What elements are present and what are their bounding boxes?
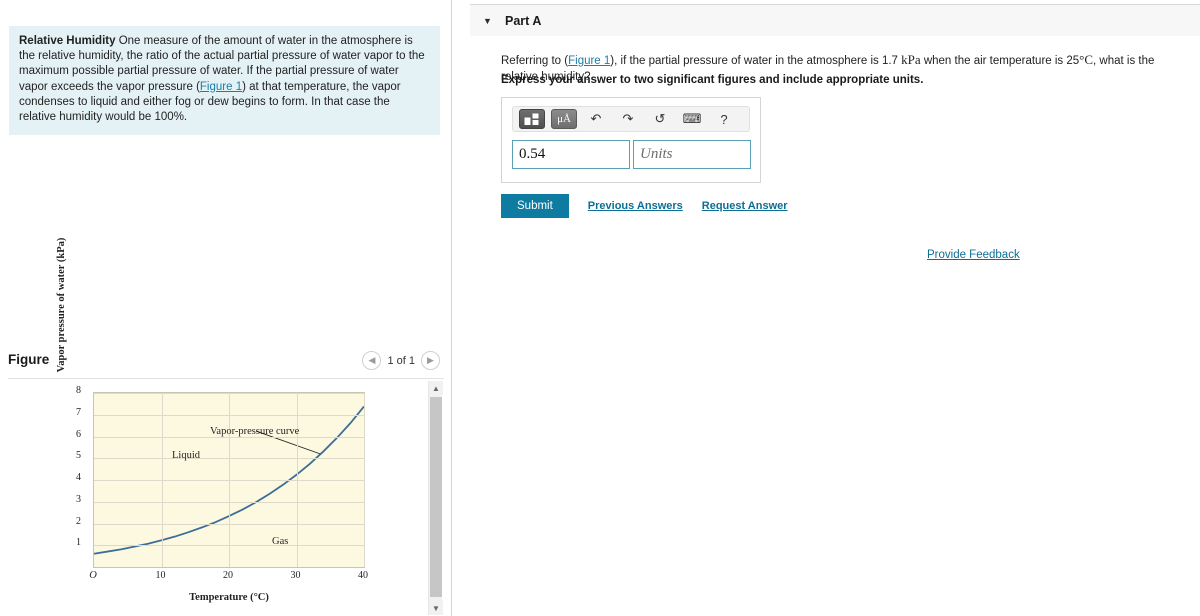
answer-actions: Submit Previous Answers Request Answer [501,194,788,218]
math-template-glyph [524,113,539,125]
figure-pager: ◀ 1 of 1 ▶ [362,351,440,370]
submit-button[interactable]: Submit [501,194,569,218]
answer-value-input[interactable] [512,140,630,169]
question-figure-link[interactable]: Figure 1 [568,55,610,67]
chart-annotation-gas: Gas [272,536,289,547]
request-answer-link[interactable]: Request Answer [702,200,788,212]
chart-y-tick: 6 [76,428,81,440]
chart-y-tick: 2 [76,515,81,527]
chart-annotation-liquid: Liquid [172,450,200,461]
chevron-right-icon[interactable]: ▶ [421,351,440,370]
scroll-up-icon[interactable]: ▲ [429,381,443,395]
math-template-icon[interactable] [519,109,545,129]
question-prefix: Referring to ( [501,55,569,67]
figure-page-count: 1 of 1 [387,354,415,367]
keyboard-icon[interactable]: ⌨ [679,109,705,129]
chart-y-tick: 4 [76,472,81,483]
question-unit-kpa: kPa [901,52,921,67]
chart-x-tick: 10 [155,570,166,581]
units-icon[interactable]: μÅ [551,109,577,129]
chart-y-tick: 1 [76,537,81,549]
intro-figure-link[interactable]: Figure 1 [200,81,242,93]
problem-intro-box: Relative Humidity One measure of the amo… [9,26,440,136]
chart-y-axis-label: Vapor pressure of water (kPa) [56,237,67,373]
part-a-header[interactable]: ▼ Part A [470,4,1200,36]
previous-answers-link[interactable]: Previous Answers [588,200,683,212]
answer-input-card: μÅ ↶ ↷ ↺ ⌨ ? [501,97,761,183]
chart-gridline-v [296,393,298,567]
redo-icon[interactable]: ↷ [615,109,641,129]
question-mid: ), if the partial pressure of water in t… [610,55,902,67]
chart-x-tick: 40 [358,570,368,581]
answer-units-input[interactable] [633,140,751,169]
chart-annotation-curve: Vapor-pressure curve [210,426,300,437]
answer-toolbar: μÅ ↶ ↷ ↺ ⌨ ? [512,106,750,132]
chart-x-tick: 20 [223,570,233,581]
chart-x-tick: 30 [290,570,301,581]
intro-title: Relative Humidity [19,35,116,47]
scroll-down-icon[interactable]: ▼ [429,601,443,615]
help-icon[interactable]: ? [711,109,737,129]
right-panel: ▼ Part A Referring to (Figure 1), if the… [453,0,1200,616]
figure-divider [8,378,444,379]
undo-icon[interactable]: ↶ [583,109,609,129]
chart-origin-label: O [89,570,97,581]
question-instruction: Express your answer to two significant f… [501,74,924,86]
provide-feedback-link[interactable]: Provide Feedback [927,249,1020,261]
reset-icon[interactable]: ↺ [647,109,673,129]
chevron-down-icon[interactable]: ▼ [483,16,493,26]
chart-y-tick: 3 [76,493,81,505]
figure-panel-title: Figure [8,352,50,367]
question-unit-celsius: °C [1079,52,1094,67]
answer-fields [512,140,751,169]
scrollbar-thumb[interactable] [430,397,442,597]
figure-scrollbar[interactable]: ▲ ▼ [428,381,443,615]
chevron-left-icon[interactable]: ◀ [362,351,382,370]
question-mid2: when the air temperature is 25 [920,55,1080,67]
chart-gridline-v [161,393,163,567]
chart-x-axis-label: Temperature (°C) [189,592,269,603]
chart-plot-area [93,392,365,568]
chart-gridline-v [364,393,365,567]
chart-y-tick: 5 [76,450,81,462]
chart-y-tick: 8 [76,385,81,396]
chart-y-tick: 7 [76,406,81,418]
part-title: Part A [505,13,542,28]
chart-gridline-v [229,393,230,567]
left-panel: Relative Humidity One measure of the amo… [0,0,452,616]
page-root: Relative Humidity One measure of the amo… [0,0,1200,616]
